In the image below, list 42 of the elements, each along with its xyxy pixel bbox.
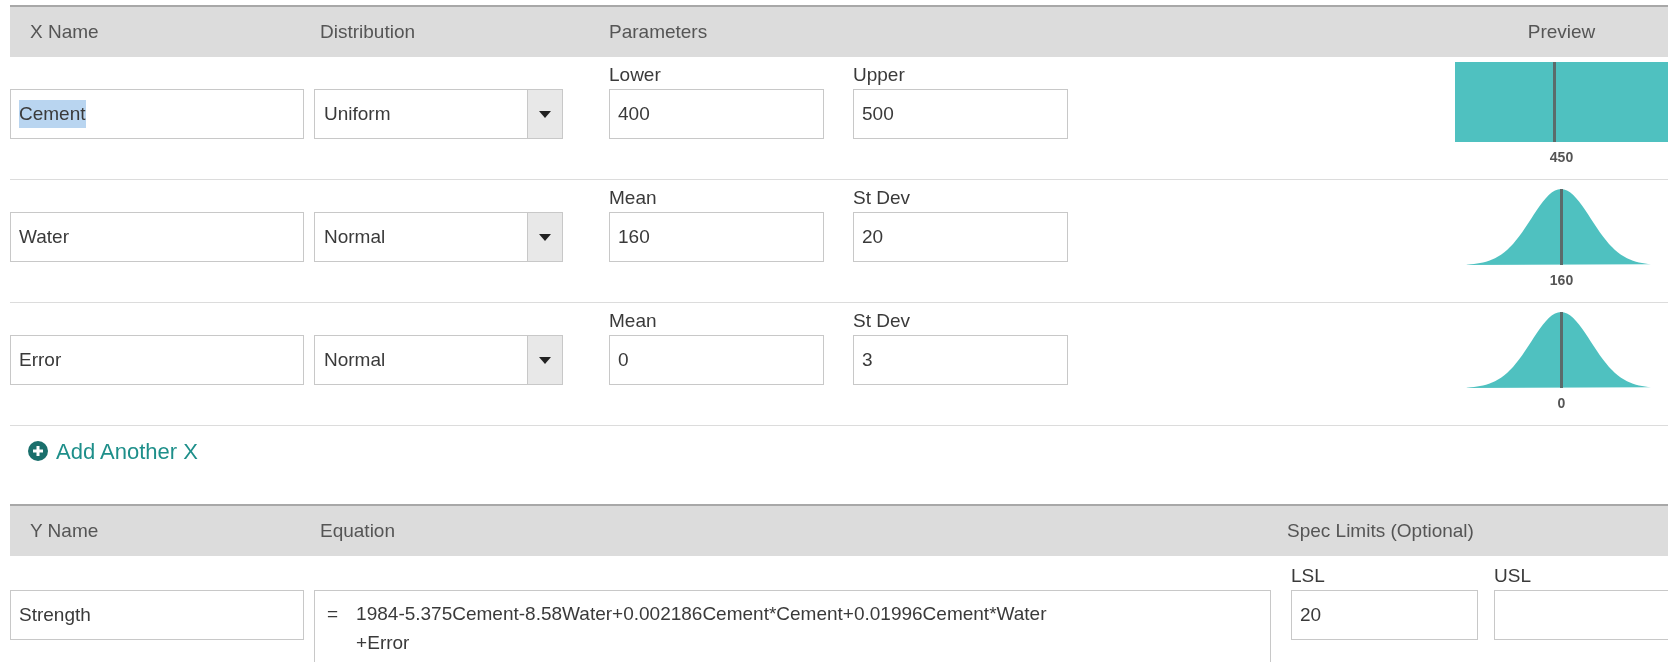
input-field[interactable]: 3 [853, 335, 1068, 385]
input-field[interactable]: 0 [609, 335, 824, 385]
input-field[interactable]: Error [10, 335, 304, 385]
equals-sign: = [327, 602, 339, 626]
field-label: USL [1494, 565, 1532, 588]
column-header: Preview [1527, 19, 1596, 44]
field-label: Lower [609, 64, 662, 87]
preview-value: 0 [1557, 394, 1566, 413]
field-label: LSL [1291, 565, 1326, 588]
field-label: Mean [609, 187, 658, 210]
input-field[interactable]: Cement [10, 89, 304, 139]
field-label: Mean [609, 310, 658, 333]
input-field[interactable] [1494, 589, 1668, 640]
dropdown[interactable]: Normal [314, 212, 563, 262]
field-label: St Dev [853, 310, 912, 333]
column-header: X Name [29, 19, 100, 44]
caret-icon [539, 356, 551, 364]
field-label: St Dev [853, 187, 912, 210]
caret-icon [539, 110, 551, 118]
column-header: Parameters [609, 19, 709, 44]
equation-text: 1984-5.375Cement-8.58Water+0.002186Cement*Cement+0.01996Cement*Water [356, 602, 1047, 626]
input-field[interactable]: 20 [853, 212, 1068, 262]
add-icon [28, 441, 48, 461]
input-field[interactable]: Water [10, 212, 304, 262]
input-field[interactable]: 160 [609, 212, 824, 262]
input-field[interactable]: Strength [10, 590, 304, 640]
dropdown[interactable]: Uniform [314, 89, 563, 139]
add-x-link[interactable]: Add Another X [28, 426, 1668, 476]
caret-icon [539, 233, 551, 241]
preview-value: 450 [1549, 148, 1574, 167]
column-header: Equation [319, 518, 396, 543]
column-header: Y Name [29, 518, 100, 543]
input-field[interactable]: 20 [1291, 589, 1478, 640]
column-header: Spec Limits (Optional) [1286, 518, 1475, 543]
preview-value: 160 [1549, 271, 1574, 290]
input-field[interactable]: 400 [609, 89, 824, 139]
equation-field[interactable]: = 1984-5.375Cement-8.58Water+0.002186Cement*Cement+0.01996Cement*Water +Error [314, 590, 1271, 662]
equation-text: +Error [356, 631, 411, 656]
dropdown[interactable]: Normal [314, 335, 563, 385]
field-label: Upper [853, 64, 906, 87]
input-field[interactable]: 500 [853, 89, 1068, 139]
column-header: Distribution [319, 19, 417, 44]
